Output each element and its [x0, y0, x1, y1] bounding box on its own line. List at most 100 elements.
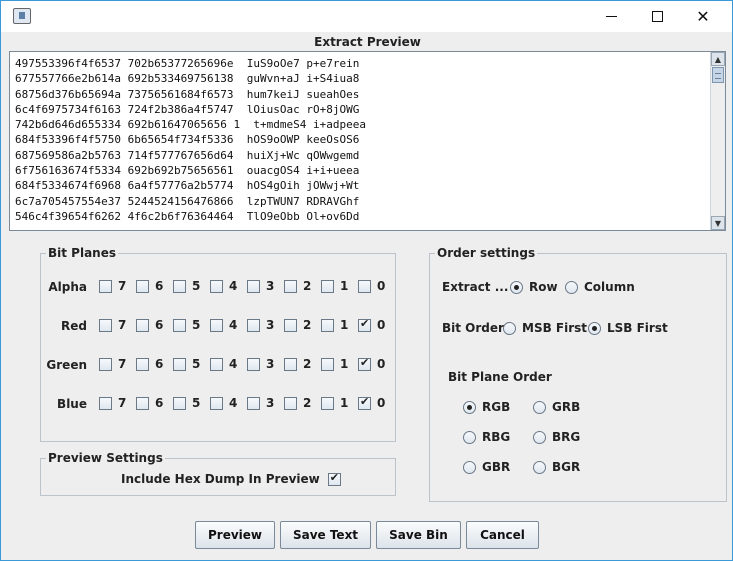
plane-order-radio[interactable]: [533, 460, 546, 474]
bit-checkbox[interactable]: [136, 396, 149, 410]
scroll-down-button[interactable]: ▼: [711, 216, 725, 230]
bit-plane-checkbox-item[interactable]: 4: [210, 318, 237, 332]
bit-checkbox[interactable]: [284, 279, 297, 293]
bit-checkbox[interactable]: [247, 279, 260, 293]
bit-checkbox[interactable]: [210, 357, 223, 371]
bit-checkbox[interactable]: [321, 396, 334, 410]
bit-plane-checkbox-item[interactable]: 0: [358, 279, 385, 293]
bit-plane-checkbox-item[interactable]: 0: [358, 395, 385, 410]
bit-plane-checkbox-item[interactable]: 0: [358, 317, 385, 332]
bit-plane-checkbox-item[interactable]: 4: [210, 279, 237, 293]
title-bar[interactable]: ✕: [1, 1, 732, 32]
bit-plane-checkbox-item[interactable]: 5: [173, 396, 200, 410]
bit-plane-checkbox-item[interactable]: 6: [136, 279, 163, 293]
bit-plane-checkbox-item[interactable]: 4: [210, 357, 237, 371]
plane-order-radio[interactable]: [463, 400, 476, 414]
bit-checkbox[interactable]: [136, 318, 149, 332]
plane-order-option[interactable]: RGB: [463, 400, 510, 414]
bit-plane-checkbox-item[interactable]: 4: [210, 396, 237, 410]
bit-plane-checkbox-item[interactable]: 2: [284, 357, 311, 371]
bit-plane-checkbox-item[interactable]: 7: [99, 318, 126, 332]
msb-first-option[interactable]: MSB First: [503, 321, 587, 335]
bit-checkbox[interactable]: [210, 279, 223, 293]
bit-plane-checkbox-item[interactable]: 2: [284, 396, 311, 410]
close-button[interactable]: ✕: [680, 1, 726, 32]
bit-checkbox[interactable]: [358, 317, 371, 332]
bit-plane-checkbox-item[interactable]: 6: [136, 396, 163, 410]
java-app-icon[interactable]: [13, 8, 31, 24]
preview-scrollbar[interactable]: ▲ ▼: [710, 52, 725, 230]
hex-dump-checkbox[interactable]: [327, 471, 341, 486]
bit-plane-checkbox-item[interactable]: 1: [321, 396, 348, 410]
bit-checkbox[interactable]: [99, 318, 112, 332]
minimize-button[interactable]: [588, 1, 634, 32]
scroll-up-button[interactable]: ▲: [711, 52, 725, 66]
bit-plane-checkbox-item[interactable]: 7: [99, 396, 126, 410]
bit-plane-checkbox-item[interactable]: 3: [247, 357, 274, 371]
bit-checkbox[interactable]: [173, 318, 186, 332]
bit-checkbox[interactable]: [173, 279, 186, 293]
bit-checkbox[interactable]: [284, 357, 297, 371]
extract-row-option[interactable]: Row: [510, 280, 558, 294]
bit-checkbox[interactable]: [321, 357, 334, 371]
bit-checkbox[interactable]: [321, 279, 334, 293]
plane-order-radio[interactable]: [533, 430, 546, 444]
plane-order-option[interactable]: GRB: [533, 400, 580, 414]
bit-plane-checkbox-item[interactable]: 6: [136, 318, 163, 332]
bit-checkbox[interactable]: [358, 395, 371, 410]
bit-plane-checkbox-item[interactable]: 7: [99, 357, 126, 371]
plane-order-radio[interactable]: [533, 400, 546, 414]
bit-checkbox[interactable]: [358, 279, 371, 293]
cancel-button[interactable]: Cancel: [466, 521, 539, 549]
hex-dump-option[interactable]: Include Hex Dump In Preview: [121, 471, 347, 486]
msb-first-radio[interactable]: [503, 321, 516, 335]
bit-checkbox[interactable]: [173, 396, 186, 410]
maximize-button[interactable]: [634, 1, 680, 32]
bit-checkbox[interactable]: [321, 318, 334, 332]
preview-button[interactable]: Preview: [195, 521, 275, 549]
bit-plane-checkbox-item[interactable]: 1: [321, 279, 348, 293]
bit-checkbox[interactable]: [247, 396, 260, 410]
preview-content[interactable]: 497553396f4f6537 702b65377265696e IuS9oO…: [15, 56, 705, 224]
preview-text-area[interactable]: 497553396f4f6537 702b65377265696e IuS9oO…: [9, 51, 726, 231]
bit-plane-checkbox-item[interactable]: 2: [284, 279, 311, 293]
bit-checkbox[interactable]: [173, 357, 186, 371]
bit-plane-checkbox-item[interactable]: 6: [136, 357, 163, 371]
bit-plane-checkbox-item[interactable]: 5: [173, 279, 200, 293]
plane-order-option[interactable]: GBR: [463, 460, 510, 474]
extract-column-option[interactable]: Column: [565, 280, 635, 294]
extract-row-radio[interactable]: [510, 280, 523, 294]
save-text-button[interactable]: Save Text: [280, 521, 371, 549]
bit-checkbox[interactable]: [247, 357, 260, 371]
lsb-first-option[interactable]: LSB First: [588, 321, 668, 335]
plane-order-option[interactable]: RBG: [463, 430, 510, 444]
bit-plane-checkbox-item[interactable]: 3: [247, 396, 274, 410]
bit-checkbox[interactable]: [136, 279, 149, 293]
bit-checkbox[interactable]: [99, 279, 112, 293]
bit-checkbox[interactable]: [210, 396, 223, 410]
plane-order-option[interactable]: BGR: [533, 460, 580, 474]
bit-plane-checkbox-item[interactable]: 2: [284, 318, 311, 332]
bit-checkbox[interactable]: [284, 318, 297, 332]
save-bin-button[interactable]: Save Bin: [376, 521, 461, 549]
lsb-first-radio[interactable]: [588, 321, 601, 335]
bit-checkbox[interactable]: [99, 396, 112, 410]
extract-column-radio[interactable]: [565, 280, 578, 294]
bit-plane-checkbox-item[interactable]: 7: [99, 279, 126, 293]
bit-plane-checkbox-item[interactable]: 3: [247, 279, 274, 293]
bit-checkbox[interactable]: [136, 357, 149, 371]
bit-plane-checkbox-item[interactable]: 1: [321, 357, 348, 371]
scroll-thumb[interactable]: [712, 67, 724, 83]
plane-order-radio[interactable]: [463, 430, 476, 444]
bit-plane-checkbox-item[interactable]: 5: [173, 357, 200, 371]
plane-order-radio[interactable]: [463, 460, 476, 474]
bit-checkbox[interactable]: [247, 318, 260, 332]
bit-plane-checkbox-item[interactable]: 5: [173, 318, 200, 332]
bit-checkbox[interactable]: [99, 357, 112, 371]
bit-plane-checkbox-item[interactable]: 0: [358, 356, 385, 371]
bit-checkbox[interactable]: [284, 396, 297, 410]
bit-checkbox[interactable]: [210, 318, 223, 332]
bit-checkbox[interactable]: [358, 356, 371, 371]
bit-plane-checkbox-item[interactable]: 1: [321, 318, 348, 332]
bit-plane-checkbox-item[interactable]: 3: [247, 318, 274, 332]
